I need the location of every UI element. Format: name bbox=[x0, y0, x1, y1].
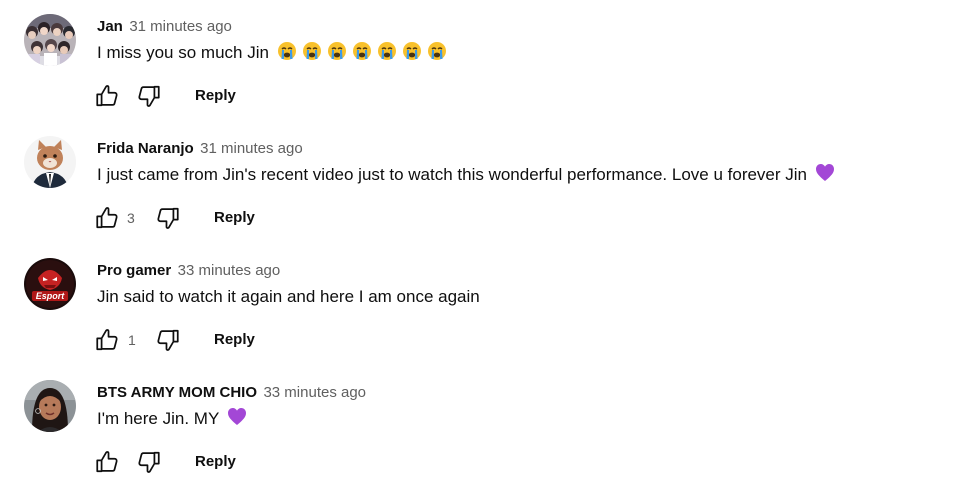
dislike-button[interactable] bbox=[155, 327, 181, 353]
reply-button[interactable]: Reply bbox=[214, 330, 255, 350]
thumbs-up-icon bbox=[96, 451, 118, 473]
comment-author[interactable]: BTS ARMY MOM CHIO bbox=[97, 384, 257, 401]
comment-text-body: I'm here Jin. MY bbox=[97, 409, 219, 428]
like-button[interactable] bbox=[94, 205, 120, 231]
comment-header: BTS ARMY MOM CHIO 33 minutes ago bbox=[97, 383, 366, 403]
esport-logo-avatar-image: Esport bbox=[24, 258, 76, 310]
woman-portrait-avatar-image bbox=[24, 380, 76, 432]
group-photo-avatar-image bbox=[24, 14, 76, 66]
comment-time[interactable]: 31 minutes ago bbox=[129, 18, 232, 35]
loudly-crying-face-icon bbox=[427, 41, 447, 68]
thumbs-down-icon bbox=[138, 451, 160, 473]
thumbs-up-icon bbox=[96, 329, 118, 351]
avatar[interactable] bbox=[24, 380, 76, 432]
cat-in-suit-avatar-image bbox=[24, 136, 76, 188]
comment-text-body: I just came from Jin's recent video just… bbox=[97, 165, 808, 184]
comment-header: Frida Naranjo 31 minutes ago bbox=[97, 139, 303, 159]
comment-author[interactable]: Pro gamer bbox=[97, 262, 171, 279]
thumbs-up-icon bbox=[96, 85, 118, 107]
loudly-crying-face-icon bbox=[377, 41, 397, 68]
thumbs-down-icon bbox=[157, 329, 179, 351]
avatar[interactable] bbox=[24, 14, 76, 66]
thumbs-down-icon bbox=[157, 207, 179, 229]
thumbs-down-icon bbox=[138, 85, 160, 107]
thumbs-up-icon bbox=[96, 207, 118, 229]
comment-text: Jin said to watch it again and here I am… bbox=[97, 285, 480, 309]
comment-header: Pro gamer 33 minutes ago bbox=[97, 261, 280, 281]
comment-text: I just came from Jin's recent video just… bbox=[97, 163, 835, 190]
dislike-button[interactable] bbox=[136, 83, 162, 109]
comment-time[interactable]: 31 minutes ago bbox=[200, 140, 303, 157]
comment-text-body: Jin said to watch it again and here I am… bbox=[97, 287, 480, 306]
loudly-crying-face-icon bbox=[302, 41, 322, 68]
comment-actions: 1 Reply bbox=[94, 327, 394, 353]
comment-time[interactable]: 33 minutes ago bbox=[263, 384, 366, 401]
avatar[interactable] bbox=[24, 136, 76, 188]
comment-text: I'm here Jin. MY bbox=[97, 407, 247, 434]
purple-heart-icon bbox=[227, 407, 247, 434]
reply-button[interactable]: Reply bbox=[195, 452, 236, 472]
dislike-button[interactable] bbox=[155, 205, 181, 231]
comment-author[interactable]: Frida Naranjo bbox=[97, 140, 194, 157]
comment-text-body: I miss you so much Jin bbox=[97, 43, 269, 62]
like-button[interactable] bbox=[94, 327, 120, 353]
like-button[interactable] bbox=[94, 449, 120, 475]
purple-heart-icon bbox=[815, 163, 835, 190]
comment-author[interactable]: Jan bbox=[97, 18, 123, 35]
loudly-crying-face-icon bbox=[402, 41, 422, 68]
comment-actions: Reply bbox=[94, 83, 394, 109]
loudly-crying-face-icon bbox=[277, 41, 297, 68]
like-count: 3 bbox=[127, 210, 135, 226]
dislike-button[interactable] bbox=[136, 449, 162, 475]
avatar[interactable]: Esport bbox=[24, 258, 76, 310]
comment-actions: 3 Reply bbox=[94, 205, 394, 231]
avatar-logo-text: Esport bbox=[36, 291, 66, 301]
comment-actions: Reply bbox=[94, 449, 394, 475]
like-button[interactable] bbox=[94, 83, 120, 109]
loudly-crying-face-icon bbox=[327, 41, 347, 68]
loudly-crying-face-icon bbox=[352, 41, 372, 68]
reply-button[interactable]: Reply bbox=[195, 86, 236, 106]
reply-button[interactable]: Reply bbox=[214, 208, 255, 228]
comment-time[interactable]: 33 minutes ago bbox=[178, 262, 281, 279]
comment-header: Jan 31 minutes ago bbox=[97, 17, 232, 37]
like-count: 1 bbox=[128, 332, 136, 348]
comment-text: I miss you so much Jin bbox=[97, 41, 447, 68]
